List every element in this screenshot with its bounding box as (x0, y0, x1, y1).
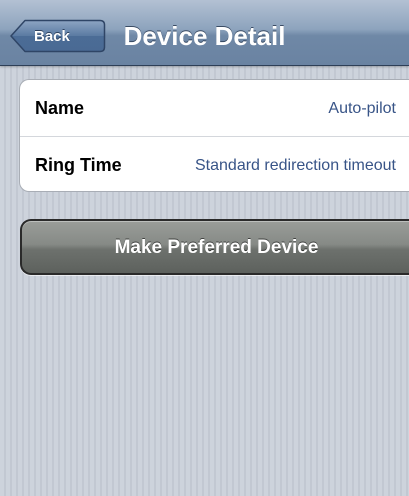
device-detail-group: Name Auto-pilot Ring Time Standard redir… (19, 79, 409, 192)
page-title: Device Detail (123, 21, 286, 51)
ring-time-label: Ring Time (35, 155, 122, 175)
ring-time-value: Standard redirection timeout (195, 157, 396, 174)
make-preferred-device-button[interactable]: Make Preferred Device (20, 219, 409, 275)
make-preferred-device-label: Make Preferred Device (114, 237, 319, 258)
navigation-bar: Back Device Detail (0, 0, 409, 66)
name-label: Name (35, 98, 85, 118)
name-value: Auto-pilot (328, 100, 396, 117)
ring-time-row[interactable]: Ring Time Standard redirection timeout (20, 136, 409, 191)
name-row[interactable]: Name Auto-pilot (20, 80, 409, 136)
